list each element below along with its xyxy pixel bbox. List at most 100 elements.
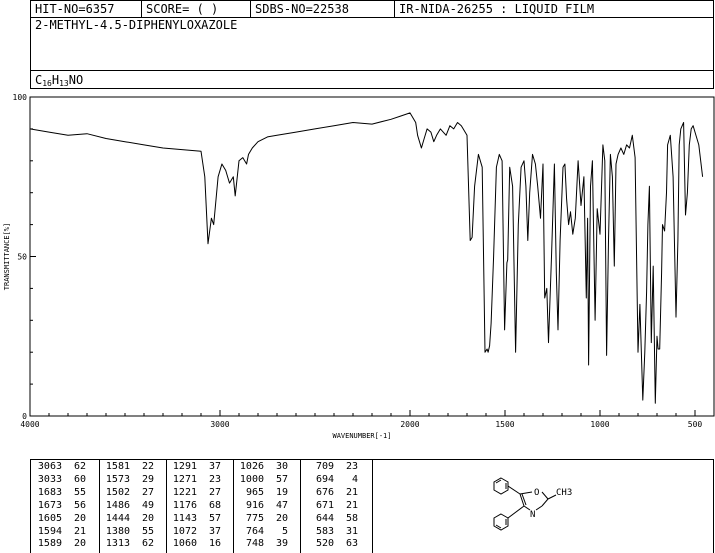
peak-transmittance: 68 — [208, 499, 221, 511]
peak-row: 1000 57 — [238, 474, 288, 487]
peak-row: 1444 20 — [104, 513, 154, 526]
peak-transmittance: 31 — [345, 525, 358, 537]
peak-transmittance: 21 — [345, 499, 358, 511]
peak-row: 1673 56 — [36, 500, 86, 513]
peak-transmittance: 20 — [141, 512, 154, 524]
peak-transmittance: 21 — [345, 486, 358, 498]
y-tick-label: 0 — [22, 412, 27, 421]
sdbs-number: SDBS-NO=22538 — [250, 1, 394, 18]
peak-wavenumber: 1589 — [37, 538, 62, 550]
peak-wavenumber: 709 — [315, 461, 334, 472]
peak-row: 775 20 — [238, 513, 288, 526]
peak-transmittance: 20 — [73, 538, 86, 550]
peak-column: 709 23 694 4 676 21 671 21 644 58 583 31 520 63 — [308, 461, 358, 551]
peak-transmittance: 37 — [208, 525, 221, 537]
x-tick-label: 1500 — [495, 420, 514, 429]
peak-row: 3063 62 — [36, 461, 86, 474]
peak-transmittance: 47 — [275, 499, 288, 511]
peak-wavenumber: 1060 — [172, 538, 197, 550]
peak-row: 709 23 — [308, 461, 358, 474]
peak-wavenumber: 1486 — [105, 499, 130, 511]
peak-wavenumber: 1380 — [105, 525, 130, 537]
peak-wavenumber: 916 — [245, 499, 264, 511]
atom-n: N — [530, 510, 535, 520]
peak-row: 1581 22 — [104, 461, 154, 474]
peak-row: 1060 16 — [171, 538, 221, 551]
peak-row: 1573 29 — [104, 474, 154, 487]
peak-wavenumber: 3033 — [37, 473, 62, 485]
peak-transmittance: 62 — [141, 538, 154, 550]
peak-transmittance: 23 — [345, 461, 358, 472]
peak-row: 1486 49 — [104, 500, 154, 513]
peak-transmittance: 30 — [275, 461, 288, 472]
peak-wavenumber: 1221 — [172, 486, 197, 498]
peak-column: 1026 30 1000 57 965 19 916 47 775 20 764 5 748 39 — [238, 461, 288, 551]
peak-wavenumber: 764 — [245, 525, 264, 537]
peak-transmittance: 19 — [275, 486, 288, 498]
header-bar: HIT-NO=6357 SCORE= ( ) SDBS-NO=22538 IR-… — [30, 0, 714, 18]
peak-row: 1594 21 — [36, 526, 86, 539]
x-tick-label: 3000 — [210, 420, 229, 429]
peak-wavenumber: 1176 — [172, 499, 197, 511]
peak-wavenumber: 965 — [245, 486, 264, 498]
peak-row: 1605 20 — [36, 513, 86, 526]
peak-transmittance: 5 — [281, 525, 288, 537]
peak-transmittance: 62 — [73, 461, 86, 472]
peak-row: 916 47 — [238, 500, 288, 513]
ir-spectrum-chart: 4000 3000 2000 1500 1000 500 0 50 100 WAVENUMBER[… — [3, 93, 715, 440]
methyl-label: CH3 — [556, 488, 572, 498]
atom-o: O — [534, 488, 539, 498]
peak-transmittance: 21 — [73, 525, 86, 537]
peak-wavenumber: 1143 — [172, 512, 197, 524]
chemical-structure: O N CH3 — [493, 477, 572, 531]
peak-transmittance: 22 — [141, 461, 154, 472]
x-tick-label: 1000 — [590, 420, 609, 429]
peak-row: 764 5 — [238, 526, 288, 539]
peak-transmittance: 29 — [141, 473, 154, 485]
peak-row: 3033 60 — [36, 474, 86, 487]
peak-wavenumber: 1594 — [37, 525, 62, 537]
peak-wavenumber: 1072 — [172, 525, 197, 537]
peak-transmittance: 23 — [208, 473, 221, 485]
peak-transmittance: 56 — [73, 499, 86, 511]
peak-transmittance: 20 — [73, 512, 86, 524]
peak-row: 583 31 — [308, 526, 358, 539]
peak-wavenumber: 1502 — [105, 486, 130, 498]
peak-wavenumber: 1313 — [105, 538, 130, 550]
peak-wavenumber: 644 — [315, 512, 334, 524]
peak-transmittance: 60 — [73, 473, 86, 485]
compound-name: 2-METHYL-4.5-DIPHENYLOXAZOLE — [35, 18, 238, 32]
y-tick-label: 50 — [17, 253, 27, 262]
peak-wavenumber: 520 — [315, 538, 334, 550]
plot-frame — [29, 96, 715, 417]
peak-row: 694 4 — [308, 474, 358, 487]
x-tick-label: 500 — [688, 420, 703, 429]
peak-wavenumber: 1605 — [37, 512, 62, 524]
peak-wavenumber: 694 — [315, 473, 334, 485]
y-tick-label: 100 — [13, 93, 28, 102]
x-tick-label: 4000 — [20, 420, 39, 429]
peak-row: 676 21 — [308, 487, 358, 500]
peak-transmittance: 39 — [275, 538, 288, 550]
peak-row: 1072 37 — [171, 526, 221, 539]
peak-transmittance: 63 — [345, 538, 358, 550]
peak-transmittance: 55 — [141, 525, 154, 537]
peak-wavenumber: 748 — [245, 538, 264, 550]
peak-row: 1380 55 — [104, 526, 154, 539]
peak-transmittance: 4 — [351, 473, 358, 485]
peak-row: 1683 55 — [36, 487, 86, 500]
peak-row: 644 58 — [308, 513, 358, 526]
peak-wavenumber: 1673 — [37, 499, 62, 511]
peak-wavenumber: 676 — [315, 486, 334, 498]
ir-method: IR-NIDA-26255 : LIQUID FILM — [394, 1, 714, 18]
x-tick-label: 2000 — [400, 420, 419, 429]
peak-transmittance: 58 — [345, 512, 358, 524]
peak-column: 1291 37 1271 23 1221 27 1176 68 1143 57 1072 37 1060… — [171, 461, 221, 551]
spectrum-line — [29, 112, 704, 404]
peak-transmittance: 57 — [275, 473, 288, 485]
peak-row: 1291 37 — [171, 461, 221, 474]
peak-row: 1589 20 — [36, 538, 86, 551]
peak-row: 520 63 — [308, 538, 358, 551]
peak-column: 3063 62 3033 60 1683 55 1673 56 1605 20 1594 21 1589… — [36, 461, 86, 551]
peak-wavenumber: 1026 — [239, 461, 264, 472]
